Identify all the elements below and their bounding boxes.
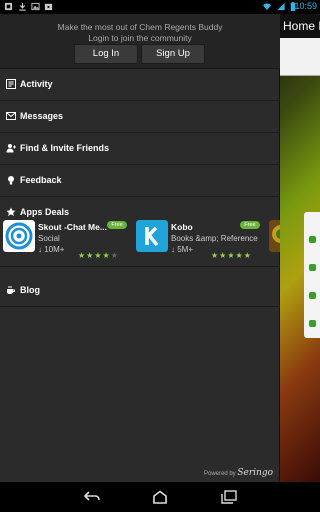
menu-item-blog[interactable]: Blog (0, 275, 280, 307)
coffee-cup-icon (7, 286, 15, 294)
drawer-subtagline: Login to join the community (88, 33, 192, 43)
app-deal-skout[interactable]: Skout -Chat Me... Free Social ↓ 10M+ ★★★… (3, 219, 131, 260)
menu-item-label: Messages (20, 111, 64, 121)
app-deal-kobo[interactable]: Kobo Free Books &amp; Reference ↓ 5M+ ★★… (136, 219, 264, 260)
kobo-app-icon (136, 220, 168, 252)
menu-item-label: Feedback (20, 175, 62, 185)
rating-star-icon: ★ (86, 251, 94, 260)
person-add-icon (6, 144, 16, 153)
menu-item-find-friends[interactable]: Find & Invite Friends (0, 133, 280, 165)
login-button[interactable]: Log In (74, 44, 138, 64)
star-icon (6, 207, 16, 216)
free-badge: Free (107, 221, 127, 229)
menu-item-label: Find & Invite Friends (20, 143, 110, 153)
menu-item-messages[interactable]: Messages (0, 101, 280, 133)
signup-button[interactable]: Sign Up (141, 44, 205, 64)
navigation-bar (0, 482, 320, 512)
notification-app-icon (4, 2, 13, 11)
rating-star-icon: ★ (243, 251, 251, 260)
rating-star-icon: ★ (227, 251, 235, 260)
menu-item-label: Blog (20, 285, 40, 295)
menu-item-label: Activity (20, 79, 53, 89)
drawer-tagline: Make the most out of Chem Regents Buddy (57, 22, 223, 32)
game-app-icon (269, 220, 280, 252)
check-icon (309, 236, 316, 243)
menu-item-feedback[interactable]: Feedback (0, 165, 280, 197)
rating-star-icon: ★ (235, 251, 243, 260)
activity-icon (6, 79, 16, 89)
image-icon (31, 2, 40, 11)
background-app[interactable]: Home M (280, 14, 320, 482)
rating-star-icon: ★ (219, 251, 227, 260)
app-deal-name: Kobo (171, 222, 193, 232)
community-drawer: Make the most out of Chem Regents Buddy … (0, 14, 280, 482)
lightbulb-icon (8, 176, 14, 185)
app-deal-downloads: ↓ 10M+ (38, 245, 65, 254)
rating-star-icon: ★ (94, 251, 102, 260)
menu-item-label: Apps Deals (20, 207, 70, 217)
app-deal-category: Social (38, 234, 60, 243)
wifi-icon (262, 3, 272, 11)
rating-star-icon: ★ (78, 251, 86, 260)
download-count: 5M+ (177, 245, 194, 254)
background-app-card (304, 212, 320, 338)
background-app-header (280, 38, 320, 76)
app-deal-category: Books &amp; Reference (171, 234, 258, 243)
recent-apps-icon[interactable] (220, 490, 238, 504)
powered-by-footer[interactable]: Powered by Seringo (204, 468, 273, 478)
free-badge: Free (240, 221, 260, 229)
download-icon (19, 2, 26, 11)
download-count: 10M+ (44, 245, 65, 254)
signal-icon (277, 2, 285, 11)
drawer-header: Make the most out of Chem Regents Buddy … (0, 14, 280, 69)
rating-star-icon: ★ (110, 251, 118, 260)
check-icon (309, 264, 316, 271)
check-icon (309, 292, 316, 299)
background-app-action-bar: Home M (280, 14, 320, 38)
seringo-logo: Seringo (237, 468, 273, 478)
app-deal-name: Skout -Chat Me... (38, 222, 107, 232)
rating-star-icon: ★ (102, 251, 110, 260)
skout-app-icon (3, 220, 35, 252)
home-icon[interactable] (151, 490, 169, 504)
rating-star-icon: ★ (211, 251, 219, 260)
rating-stars: ★★★★★ (78, 245, 119, 260)
menu-item-activity[interactable]: Activity (0, 69, 280, 101)
mail-icon (6, 112, 16, 120)
app-deal-partial[interactable] (269, 219, 280, 259)
background-app-title: Home M (283, 19, 320, 33)
status-bar: 10:59 (0, 0, 320, 14)
powered-by-label: Powered by (203, 471, 236, 477)
clock: 10:59 (294, 1, 317, 11)
app-deal-downloads: ↓ 5M+ (171, 245, 194, 254)
check-icon (309, 320, 316, 327)
play-store-icon (44, 3, 53, 11)
back-icon[interactable] (83, 490, 101, 504)
rating-stars: ★★★★★ (211, 245, 252, 260)
